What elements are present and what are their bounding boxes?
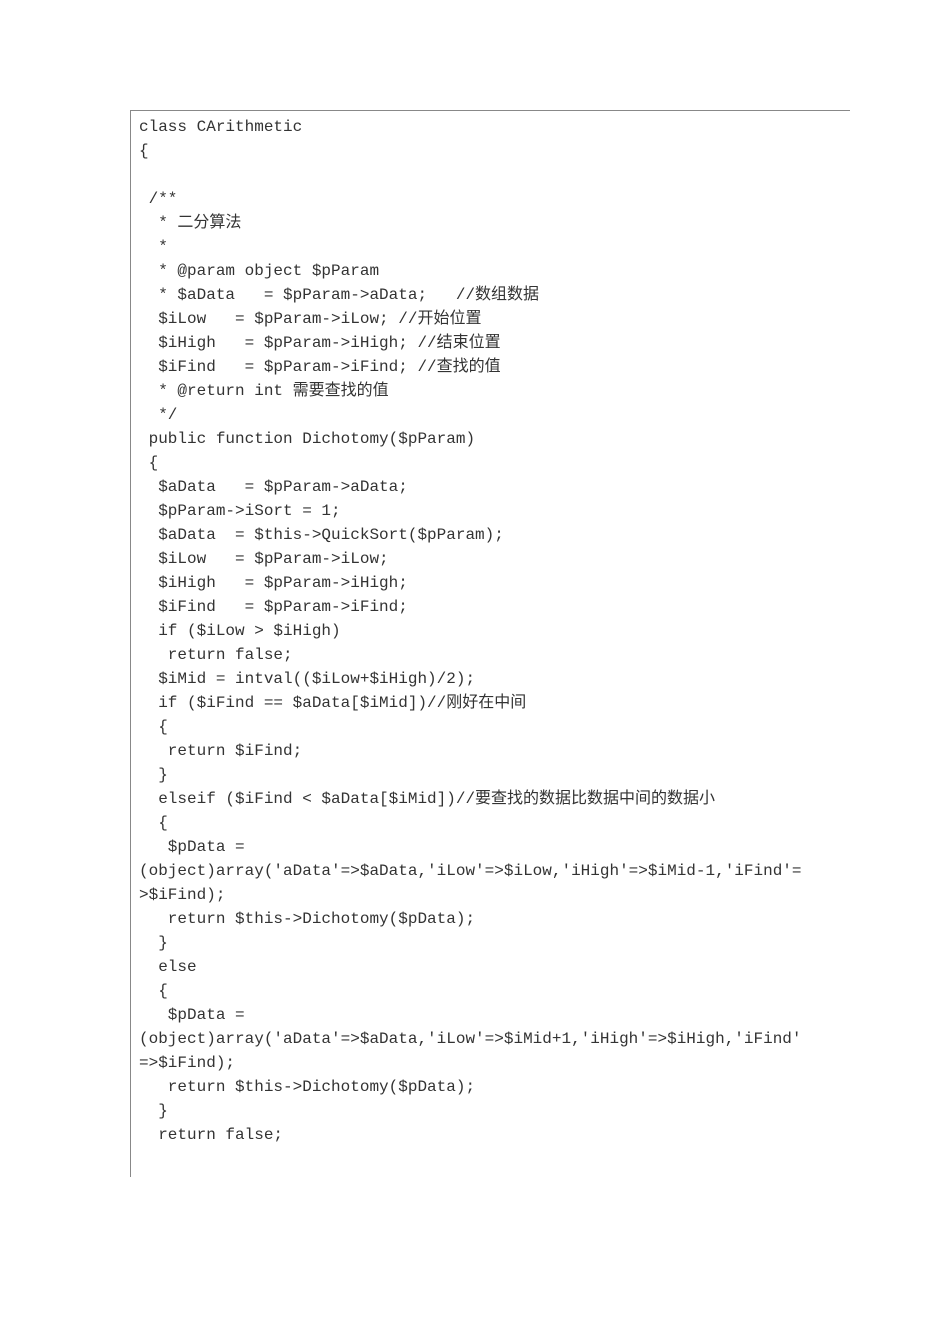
- code-line: (object)array('aData'=>$aData,'iLow'=>$i…: [139, 859, 842, 883]
- code-content: class CArithmetic{ /** * 二分算法 * * @param…: [139, 115, 842, 1147]
- code-line: * $aData = $pParam->aData; //数组数据: [139, 283, 842, 307]
- code-line: return $iFind;: [139, 739, 842, 763]
- code-line: *: [139, 235, 842, 259]
- code-line: =>$iFind);: [139, 1051, 842, 1075]
- code-line: }: [139, 931, 842, 955]
- code-line: $iFind = $pParam->iFind;: [139, 595, 842, 619]
- code-line: * @return int 需要查找的值: [139, 379, 842, 403]
- code-line: * @param object $pParam: [139, 259, 842, 283]
- code-line: $iLow = $pParam->iLow;: [139, 547, 842, 571]
- code-line: /**: [139, 187, 842, 211]
- code-line: class CArithmetic: [139, 115, 842, 139]
- code-line: return $this->Dichotomy($pData);: [139, 907, 842, 931]
- code-line: $iHigh = $pParam->iHigh;: [139, 571, 842, 595]
- code-line: >$iFind);: [139, 883, 842, 907]
- code-line: $aData = $this->QuickSort($pParam);: [139, 523, 842, 547]
- code-line: * 二分算法: [139, 211, 842, 235]
- code-line: */: [139, 403, 842, 427]
- code-line: $pData =: [139, 1003, 842, 1027]
- code-line: return false;: [139, 1123, 842, 1147]
- code-line: if ($iFind == $aData[$iMid])//刚好在中间: [139, 691, 842, 715]
- code-line: elseif ($iFind < $aData[$iMid])//要查找的数据比…: [139, 787, 842, 811]
- code-line: $iHigh = $pParam->iHigh; //结束位置: [139, 331, 842, 355]
- code-line: $iLow = $pParam->iLow; //开始位置: [139, 307, 842, 331]
- code-line: {: [139, 451, 842, 475]
- code-line: $aData = $pParam->aData;: [139, 475, 842, 499]
- code-line: $iMid = intval(($iLow+$iHigh)/2);: [139, 667, 842, 691]
- code-line: else: [139, 955, 842, 979]
- code-line: {: [139, 811, 842, 835]
- code-line: if ($iLow > $iHigh): [139, 619, 842, 643]
- code-line: (object)array('aData'=>$aData,'iLow'=>$i…: [139, 1027, 842, 1051]
- code-line: $iFind = $pParam->iFind; //查找的值: [139, 355, 842, 379]
- code-line: {: [139, 139, 842, 163]
- code-line: {: [139, 715, 842, 739]
- code-line: return false;: [139, 643, 842, 667]
- code-line: }: [139, 1099, 842, 1123]
- code-line: $pData =: [139, 835, 842, 859]
- code-line: public function Dichotomy($pParam): [139, 427, 842, 451]
- code-line: }: [139, 763, 842, 787]
- code-line: return $this->Dichotomy($pData);: [139, 1075, 842, 1099]
- code-line: $pParam->iSort = 1;: [139, 499, 842, 523]
- code-block-container: class CArithmetic{ /** * 二分算法 * * @param…: [130, 110, 850, 1177]
- code-line: [139, 163, 842, 187]
- code-line: {: [139, 979, 842, 1003]
- document-page: class CArithmetic{ /** * 二分算法 * * @param…: [0, 0, 945, 1337]
